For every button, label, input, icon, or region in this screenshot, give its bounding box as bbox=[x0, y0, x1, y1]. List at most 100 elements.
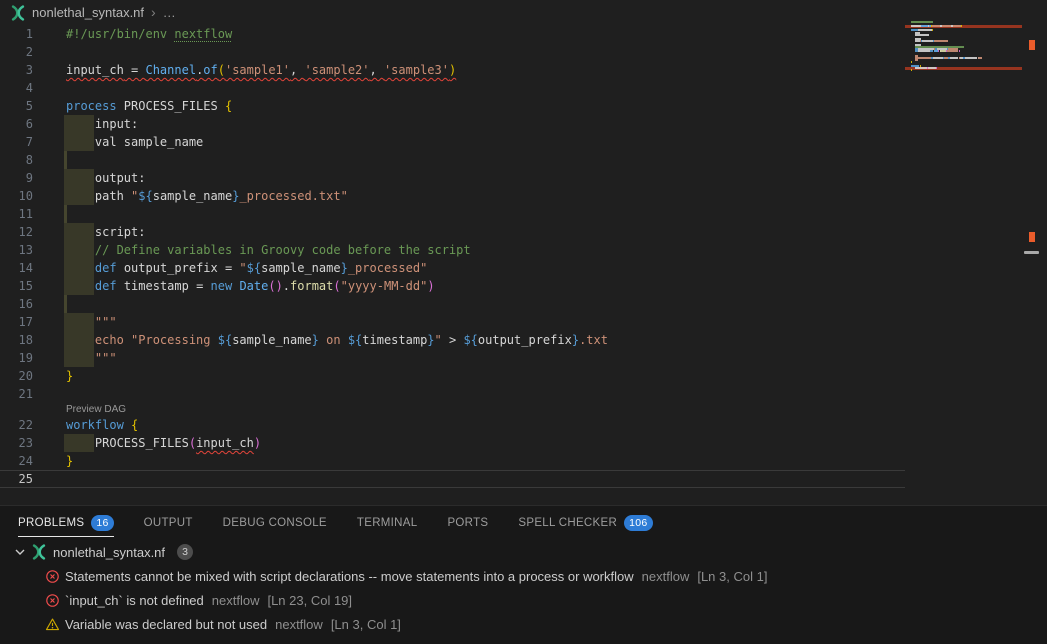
overview-ruler[interactable] bbox=[1022, 0, 1047, 505]
line-number[interactable]: 10 bbox=[0, 187, 33, 205]
line-number[interactable]: 15 bbox=[0, 277, 33, 295]
code-line-content[interactable]: val sample_name bbox=[33, 133, 203, 151]
breadcrumb[interactable]: nonlethal_syntax.nf › … bbox=[0, 0, 1047, 25]
code-line-content[interactable]: input: bbox=[33, 115, 138, 133]
code-line[interactable]: 20} bbox=[0, 367, 905, 385]
chevron-down-icon[interactable] bbox=[12, 544, 28, 560]
code-line[interactable]: 6 input: bbox=[0, 115, 905, 133]
line-number[interactable]: 25 bbox=[0, 470, 33, 488]
code-line[interactable]: 21 bbox=[0, 385, 905, 403]
line-number[interactable]: 3 bbox=[0, 61, 33, 79]
problem-row[interactable]: Statements cannot be mixed with script d… bbox=[0, 564, 1047, 588]
code-line-content[interactable]: } bbox=[33, 452, 73, 470]
line-number[interactable]: 7 bbox=[0, 133, 33, 151]
code-line-content[interactable]: } bbox=[33, 367, 73, 385]
code-line[interactable]: 5process PROCESS_FILES { bbox=[0, 97, 905, 115]
code-line-content[interactable]: """ bbox=[33, 349, 117, 367]
line-number[interactable]: 23 bbox=[0, 434, 33, 452]
code-line-content[interactable]: PROCESS_FILES(input_ch) bbox=[33, 434, 261, 452]
code-line[interactable]: 17 """ bbox=[0, 313, 905, 331]
code-line[interactable]: 4 bbox=[0, 79, 905, 97]
code-line-content[interactable]: workflow { bbox=[33, 416, 138, 434]
codelens-preview-dag[interactable]: Preview DAG bbox=[0, 403, 905, 416]
line-number[interactable]: 12 bbox=[0, 223, 33, 241]
code-line-content[interactable]: #!/usr/bin/env nextflow bbox=[33, 25, 232, 43]
code-line[interactable]: 13 // Define variables in Groovy code be… bbox=[0, 241, 905, 259]
code-line[interactable]: 9 output: bbox=[0, 169, 905, 187]
code-line[interactable]: 15 def timestamp = new Date().format("yy… bbox=[0, 277, 905, 295]
panel-tab-problems[interactable]: PROBLEMS16 bbox=[18, 506, 114, 540]
code-line[interactable]: 19 """ bbox=[0, 349, 905, 367]
panel-tab-terminal[interactable]: TERMINAL bbox=[357, 506, 418, 540]
code-line[interactable]: 8 bbox=[0, 151, 905, 169]
line-number[interactable]: 4 bbox=[0, 79, 33, 97]
line-number[interactable]: 17 bbox=[0, 313, 33, 331]
panel-tab-debug-console[interactable]: DEBUG CONSOLE bbox=[223, 506, 327, 540]
line-number[interactable]: 8 bbox=[0, 151, 33, 169]
breadcrumb-file[interactable]: nonlethal_syntax.nf bbox=[32, 5, 144, 20]
line-number[interactable]: 6 bbox=[0, 115, 33, 133]
token: on bbox=[319, 333, 348, 347]
code-line-content[interactable] bbox=[33, 295, 66, 313]
problems-file-group[interactable]: nonlethal_syntax.nf 3 bbox=[0, 540, 1047, 564]
panel-tab-output[interactable]: OUTPUT bbox=[144, 506, 193, 540]
line-number[interactable]: 19 bbox=[0, 349, 33, 367]
line-number[interactable]: 9 bbox=[0, 169, 33, 187]
panel-tab-ports[interactable]: PORTS bbox=[447, 506, 488, 540]
token: PROCESS_FILES bbox=[117, 99, 225, 113]
problem-row[interactable]: `input_ch` is not definednextflow[Ln 23,… bbox=[0, 588, 1047, 612]
code-line-content[interactable]: """ bbox=[33, 313, 117, 331]
minimap-code-bar bbox=[934, 40, 948, 42]
code-line-content[interactable] bbox=[33, 470, 66, 488]
code-line[interactable]: 3input_ch = Channel.of('sample1', 'sampl… bbox=[0, 61, 905, 79]
code-line-content[interactable]: output: bbox=[33, 169, 145, 187]
code-line-content[interactable]: path "${sample_name}_processed.txt" bbox=[33, 187, 348, 205]
code-line-content[interactable]: script: bbox=[33, 223, 145, 241]
code-line[interactable]: 25 bbox=[0, 470, 905, 488]
code-line[interactable]: 18 echo "Processing ${sample_name} on ${… bbox=[0, 331, 905, 349]
code-line-content[interactable]: echo "Processing ${sample_name} on ${tim… bbox=[33, 331, 608, 349]
minimap[interactable] bbox=[905, 21, 1022, 481]
indent-highlight bbox=[64, 133, 94, 151]
breadcrumb-more[interactable]: … bbox=[163, 5, 177, 20]
line-number[interactable]: 13 bbox=[0, 241, 33, 259]
line-number[interactable]: 18 bbox=[0, 331, 33, 349]
problem-row[interactable]: Variable was declared but not usednextfl… bbox=[0, 612, 1047, 636]
code-line[interactable]: 12 script: bbox=[0, 223, 905, 241]
code-line[interactable]: 10 path "${sample_name}_processed.txt" bbox=[0, 187, 905, 205]
code-line-content[interactable] bbox=[33, 151, 66, 169]
line-number[interactable]: 24 bbox=[0, 452, 33, 470]
code-line[interactable]: 14 def output_prefix = "${sample_name}_p… bbox=[0, 259, 905, 277]
code-line-content[interactable] bbox=[33, 79, 66, 97]
code-line-content[interactable]: input_ch = Channel.of('sample1', 'sample… bbox=[33, 61, 456, 79]
code-line-content[interactable]: // Define variables in Groovy code befor… bbox=[33, 241, 471, 259]
line-number[interactable]: 21 bbox=[0, 385, 33, 403]
code-line-content[interactable]: def timestamp = new Date().format("yyyy-… bbox=[33, 277, 435, 295]
code-line[interactable]: 2 bbox=[0, 43, 905, 61]
panel-tab-spell-checker[interactable]: SPELL CHECKER106 bbox=[518, 506, 652, 540]
line-number[interactable]: 5 bbox=[0, 97, 33, 115]
code-line-content[interactable]: process PROCESS_FILES { bbox=[33, 97, 232, 115]
code-line[interactable]: 24} bbox=[0, 452, 905, 470]
nextflow-file-icon bbox=[10, 5, 26, 21]
code-line[interactable]: 1#!/usr/bin/env nextflow bbox=[0, 25, 905, 43]
minimap-code-bar bbox=[925, 21, 933, 23]
line-number[interactable]: 14 bbox=[0, 259, 33, 277]
line-number[interactable]: 20 bbox=[0, 367, 33, 385]
code-line[interactable]: 23 PROCESS_FILES(input_ch) bbox=[0, 434, 905, 452]
code-line-content[interactable]: def output_prefix = "${sample_name}_proc… bbox=[33, 259, 427, 277]
line-number[interactable]: 16 bbox=[0, 295, 33, 313]
code-line-content[interactable] bbox=[33, 205, 66, 223]
code-lines[interactable]: 1#!/usr/bin/env nextflow23input_ch = Cha… bbox=[0, 25, 905, 488]
line-number[interactable]: 22 bbox=[0, 416, 33, 434]
line-number[interactable]: 1 bbox=[0, 25, 33, 43]
code-line[interactable]: 22workflow { bbox=[0, 416, 905, 434]
code-line[interactable]: 7 val sample_name bbox=[0, 133, 905, 151]
code-line[interactable]: 11 bbox=[0, 205, 905, 223]
line-number[interactable]: 11 bbox=[0, 205, 33, 223]
code-line-content[interactable] bbox=[33, 43, 66, 61]
code-line-content[interactable] bbox=[33, 385, 66, 403]
line-number[interactable]: 2 bbox=[0, 43, 33, 61]
editor-pane[interactable]: nonlethal_syntax.nf › … 1#!/usr/bin/env … bbox=[0, 0, 1047, 505]
code-line[interactable]: 16 bbox=[0, 295, 905, 313]
